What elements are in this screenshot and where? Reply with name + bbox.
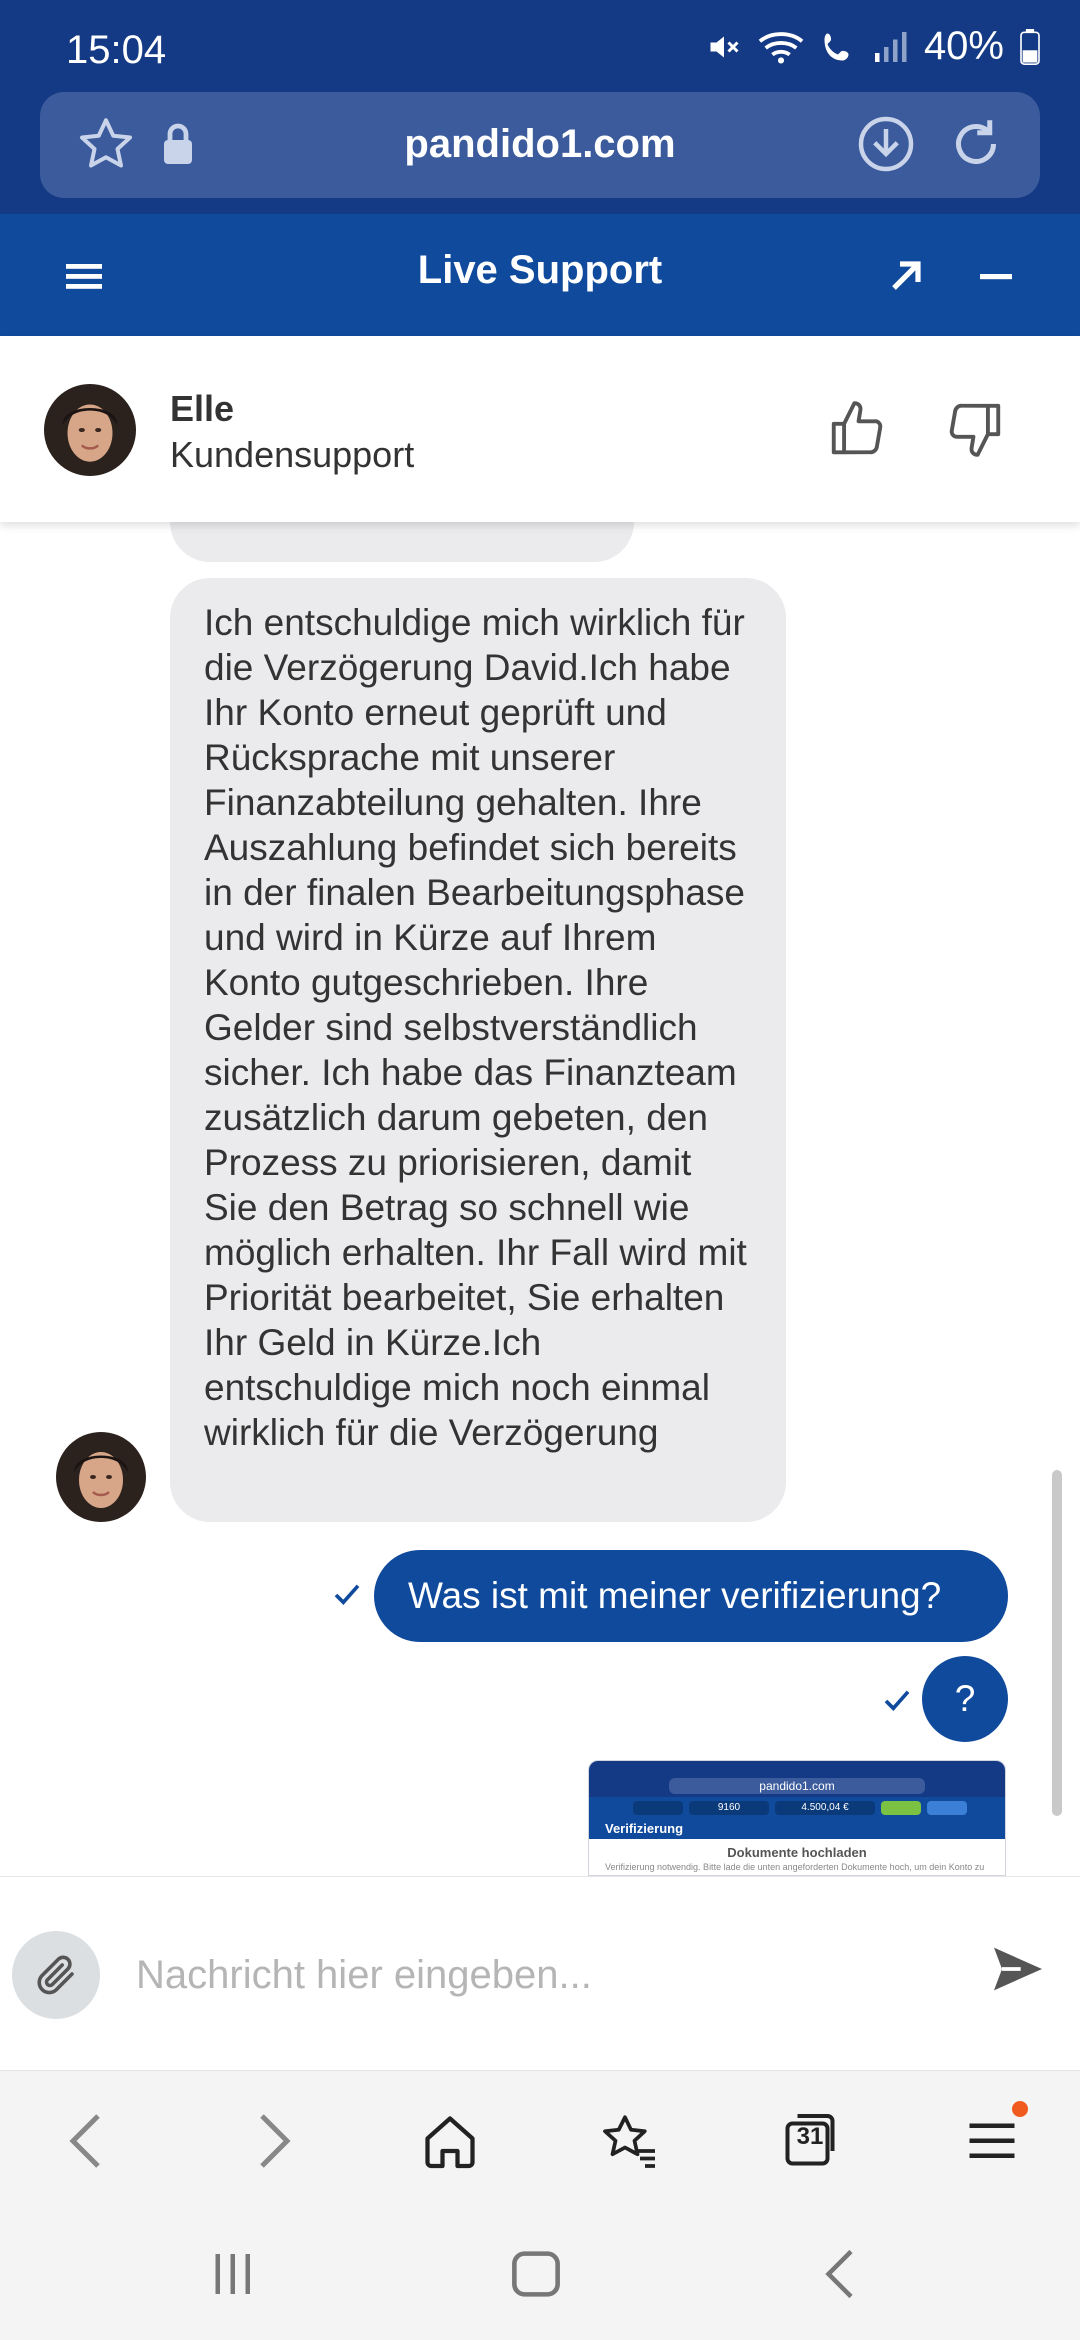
home-icon[interactable]	[420, 2111, 480, 2171]
menu-icon	[969, 2123, 1015, 2158]
preview-balance-2: 4.500,04 €	[775, 1801, 875, 1815]
reload-icon[interactable]	[946, 114, 1006, 174]
user-message: ?	[922, 1656, 1008, 1742]
agent-header: Elle Kundensupport	[0, 336, 1080, 522]
notification-dot	[1012, 2101, 1028, 2117]
preview-url-bar: pandido1.com	[589, 1775, 1005, 1797]
user-message: Was ist mit meiner verifizierung?	[374, 1550, 1008, 1642]
agent-message: Ich entschuldige mich wirklich für die V…	[170, 578, 786, 1522]
menu-button[interactable]	[962, 2101, 1028, 2171]
minimize-icon[interactable]	[976, 256, 1016, 296]
system-back-icon[interactable]	[816, 2246, 866, 2302]
status-icons: 40%	[706, 24, 1040, 69]
agent-message-avatar	[56, 1432, 146, 1522]
agent-role: Kundensupport	[170, 434, 415, 475]
preview-url: pandido1.com	[669, 1778, 925, 1794]
preview-toolbar: 9160 4.500,04 €	[589, 1797, 1005, 1819]
wifi-call-icon	[824, 33, 849, 60]
browser-navigation: 31	[0, 2070, 1080, 2210]
forward-icon[interactable]	[246, 2111, 298, 2171]
bookmarks-icon[interactable]	[600, 2111, 660, 2171]
preview-small-text: Verifizierung notwendig. Bitte lade die …	[605, 1862, 985, 1872]
user-message-text: Was ist mit meiner verifizierung?	[408, 1575, 942, 1616]
chat-scrollbar[interactable]	[1052, 1470, 1062, 1816]
paperclip-icon	[37, 1955, 74, 1995]
battery-percent: 40%	[923, 24, 1004, 68]
message-input[interactable]	[136, 1937, 936, 2013]
status-time: 15:04	[66, 28, 167, 72]
user-message-text: ?	[954, 1678, 976, 1719]
tabs-count: 31	[796, 2123, 824, 2150]
browser-toolbar: pandido1.com	[0, 92, 1080, 214]
agent-name: Elle	[170, 388, 235, 429]
download-icon[interactable]	[856, 114, 916, 174]
sent-check-icon	[334, 1584, 360, 1606]
sent-check-icon	[884, 1690, 910, 1712]
message-composer	[0, 1876, 1080, 2070]
send-icon[interactable]	[986, 1937, 1050, 2001]
preview-status-bar	[589, 1761, 1005, 1775]
home-button-icon[interactable]	[508, 2246, 564, 2302]
system-navigation	[0, 2210, 1080, 2340]
thumbs-down-icon[interactable]	[944, 398, 1006, 460]
attach-button[interactable]	[12, 1931, 100, 2019]
preview-heading: Verifizierung	[589, 1819, 1005, 1839]
address-bar[interactable]: pandido1.com	[40, 92, 1040, 198]
agent-avatar	[44, 384, 136, 476]
preview-subheading: Dokumente hochladen	[727, 1845, 867, 1860]
wifi-icon	[758, 31, 804, 63]
mute-icon	[710, 36, 739, 57]
status-bar: 15:04 40%	[0, 0, 1080, 92]
back-icon[interactable]	[62, 2111, 114, 2171]
tabs-button[interactable]: 31	[780, 2111, 840, 2171]
agent-message-text: Ich entschuldige mich wirklich für die V…	[204, 602, 747, 1453]
signal-icon	[874, 31, 907, 62]
preview-balance-1: 9160	[689, 1801, 769, 1815]
thumbs-up-icon[interactable]	[826, 398, 888, 460]
screenshot-attachment[interactable]: pandido1.com 9160 4.500,04 € Verifizieru…	[588, 1760, 1006, 1876]
battery-icon	[1020, 28, 1040, 65]
recent-apps-icon[interactable]	[208, 2246, 258, 2302]
live-support-header: Live Support	[0, 214, 1080, 336]
expand-arrow-icon[interactable]	[886, 256, 926, 296]
